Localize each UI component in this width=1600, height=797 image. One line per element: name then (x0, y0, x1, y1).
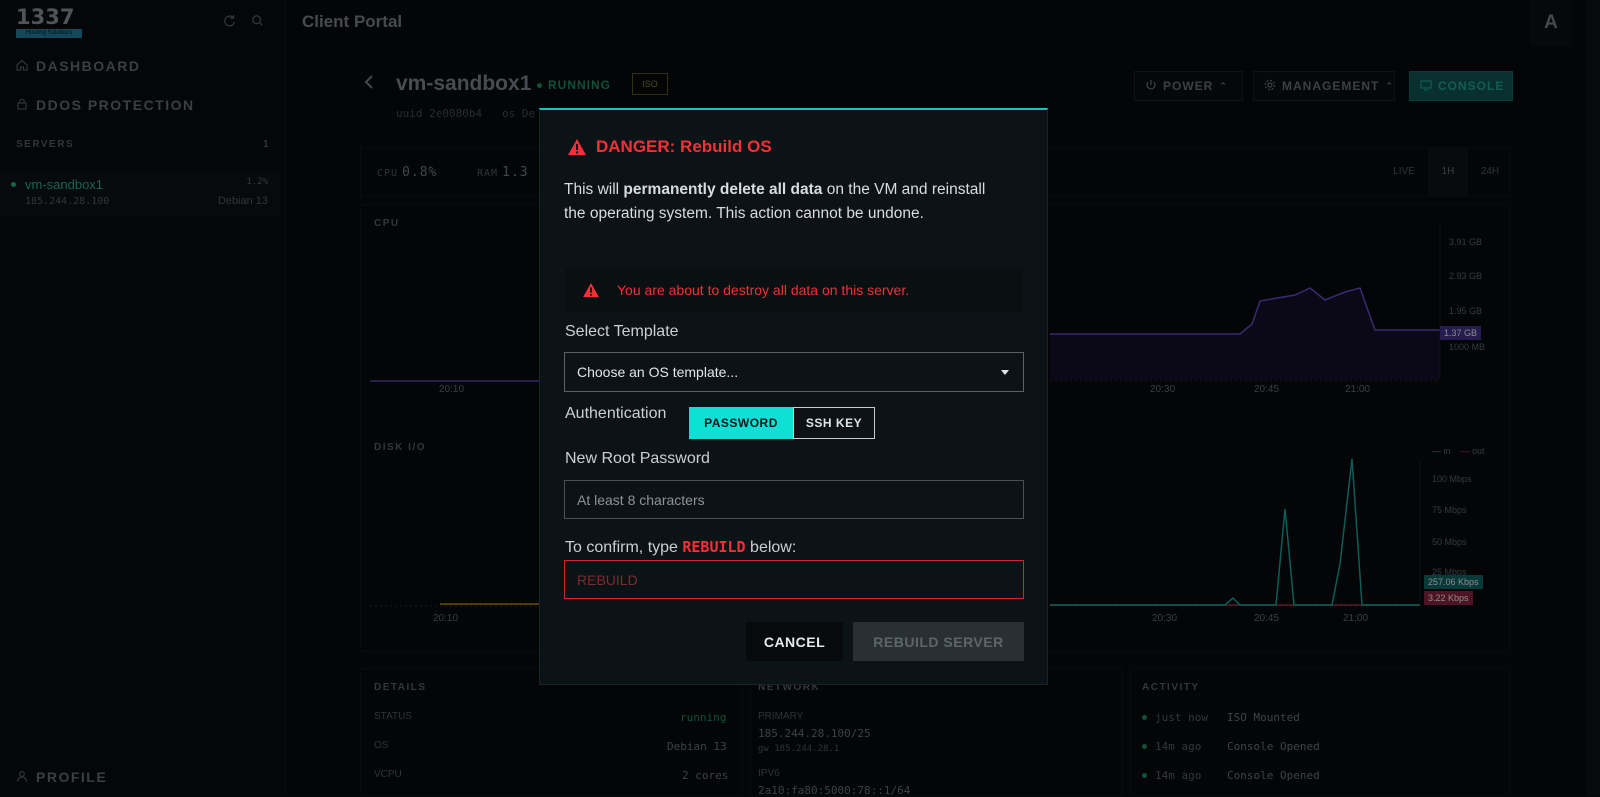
alert-text: You are about to destroy all data on thi… (617, 282, 910, 298)
os-template-select[interactable]: Choose an OS template... (564, 352, 1024, 392)
auth-ssh-key-toggle[interactable]: SSH KEY (793, 407, 875, 439)
description-emphasis: permanently delete all data (623, 181, 823, 198)
warning-icon (583, 283, 599, 297)
rebuild-server-button[interactable]: REBUILD SERVER (853, 622, 1024, 661)
auth-password-toggle[interactable]: PASSWORD (689, 407, 793, 439)
auth-label: Authentication (565, 405, 667, 422)
dialog-description: This will permanently delete all data on… (564, 178, 1004, 226)
confirm-label: To confirm, type REBUILD below: (565, 538, 796, 557)
root-password-input[interactable]: At least 8 characters (564, 480, 1024, 519)
confirm-rebuild-input[interactable]: REBUILD (564, 560, 1024, 599)
danger-alert: You are about to destroy all data on thi… (565, 268, 1023, 312)
os-template-value: Choose an OS template... (577, 364, 739, 380)
dialog-title: DANGER: Rebuild OS (568, 137, 772, 157)
template-label: Select Template (565, 323, 679, 340)
confirm-label-part-2: below: (745, 539, 797, 556)
description-part-1: This will (564, 181, 624, 198)
rebuild-os-dialog: DANGER: Rebuild OS This will permanently… (539, 108, 1048, 685)
cancel-button[interactable]: CANCEL (746, 622, 843, 661)
chevron-down-icon (1001, 369, 1009, 375)
confirm-label-part-1: To confirm, type (565, 539, 683, 556)
password-label: New Root Password (565, 450, 710, 467)
warning-icon (568, 139, 586, 155)
dialog-title-text: DANGER: Rebuild OS (596, 137, 772, 156)
confirm-keyword: REBUILD (682, 538, 746, 556)
